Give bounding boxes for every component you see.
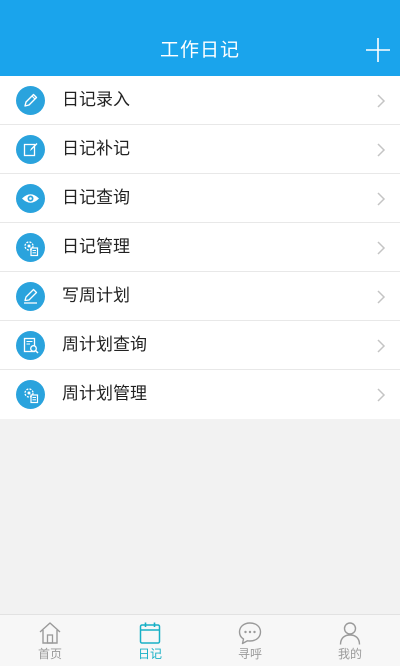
chevron-right-icon [377, 388, 386, 402]
pencil-icon [16, 86, 45, 115]
chevron-right-icon [377, 290, 386, 304]
tab-paging[interactable]: 寻呼 [200, 615, 300, 666]
chat-bubble-icon [238, 622, 262, 645]
menu-item-label: 日记查询 [62, 188, 130, 208]
menu-item-diary-entry[interactable]: 日记录入 [0, 76, 400, 125]
menu-item-label: 写周计划 [62, 286, 130, 306]
tab-label: 寻呼 [237, 647, 262, 661]
tab-label: 我的 [337, 647, 362, 661]
pen-write-icon [16, 282, 45, 311]
menu-item-write-weekly-plan[interactable]: 写周计划 [0, 272, 400, 321]
tab-label: 日记 [137, 647, 162, 661]
diary-menu: 日记录入 日记补记 日记查询 日记管理 写周计划 周计划查询 周计划管理 [0, 76, 400, 419]
gear-document-icon [16, 380, 45, 409]
tab-mine[interactable]: 我的 [300, 615, 400, 666]
menu-item-label: 日记补记 [62, 139, 130, 159]
chevron-right-icon [377, 94, 386, 108]
menu-item-diary-supplement[interactable]: 日记补记 [0, 125, 400, 174]
tab-diary[interactable]: 日记 [100, 615, 200, 666]
tab-home[interactable]: 首页 [0, 615, 100, 666]
menu-item-label: 日记管理 [62, 237, 130, 257]
page-title: 工作日记 [159, 39, 240, 61]
menu-item-diary-query[interactable]: 日记查询 [0, 174, 400, 223]
menu-item-weekly-plan-query[interactable]: 周计划查询 [0, 321, 400, 370]
document-search-icon [16, 331, 45, 360]
menu-item-weekly-plan-manage[interactable]: 周计划管理 [0, 370, 400, 419]
chevron-right-icon [377, 241, 386, 255]
chevron-right-icon [377, 143, 386, 157]
eye-icon [16, 184, 45, 213]
bottom-tab-bar: 首页 日记 寻呼 我的 [0, 614, 400, 666]
plus-icon[interactable] [364, 36, 392, 64]
chevron-right-icon [377, 192, 386, 206]
calendar-icon [139, 622, 161, 644]
app-header: 工作日记 [0, 0, 400, 76]
chevron-right-icon [377, 339, 386, 353]
menu-item-label: 周计划查询 [62, 335, 147, 355]
home-icon [39, 622, 61, 644]
user-icon [339, 622, 361, 645]
menu-item-diary-manage[interactable]: 日记管理 [0, 223, 400, 272]
tab-label: 首页 [37, 647, 62, 661]
gear-document-icon [16, 233, 45, 262]
menu-item-label: 日记录入 [62, 90, 130, 110]
menu-item-label: 周计划管理 [62, 384, 147, 404]
edit-note-icon [16, 135, 45, 164]
